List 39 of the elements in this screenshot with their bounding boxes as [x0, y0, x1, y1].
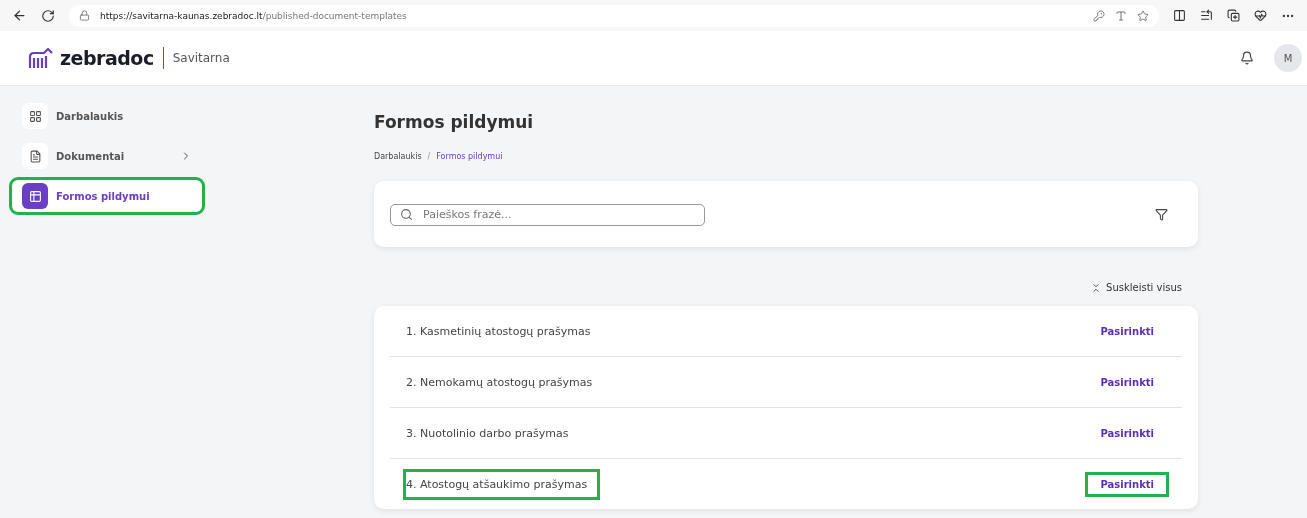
filter-icon[interactable] [1155, 207, 1168, 221]
address-bar[interactable]: https://savitarna-kaunas.zebradoc.lt/published-document-templates [69, 4, 1159, 27]
breadcrumb-link[interactable]: Darbalaukis [374, 152, 422, 161]
template-name: 4. Atostogų atšaukimo prašymas [406, 471, 598, 497]
health-icon[interactable] [1254, 9, 1267, 22]
select-link[interactable]: Pasirinkti [1088, 321, 1166, 341]
reload-icon[interactable] [41, 8, 55, 23]
select-link[interactable]: Pasirinkti [1088, 423, 1166, 443]
user-avatar[interactable]: M [1274, 44, 1302, 72]
select-link[interactable]: Pasirinkti [1088, 474, 1166, 494]
notification-icon[interactable] [1240, 51, 1254, 65]
search-field[interactable]: Paieškos frazė... [390, 203, 705, 226]
sidebar-item-icon [22, 183, 48, 209]
split-screen-icon[interactable] [1173, 9, 1186, 22]
collections-icon[interactable] [1227, 9, 1240, 22]
page-title: Formos pildymui [374, 112, 535, 132]
collapse-all-button[interactable]: Suskleisti visus [1085, 281, 1188, 294]
lock-icon [79, 10, 90, 21]
brand-name: zebradoc [60, 47, 154, 69]
select-link[interactable]: Pasirinkti [1088, 372, 1166, 392]
template-name: 1. Kasmetinių atostogų prašymas [406, 323, 592, 340]
sidebar-item[interactable]: Darbalaukis [12, 100, 202, 132]
key-icon[interactable] [1093, 9, 1105, 22]
back-icon[interactable] [12, 8, 27, 23]
template-name: 3. Nuotolinio darbo prašymas [406, 425, 570, 442]
favorites-icon[interactable] [1200, 9, 1213, 22]
breadcrumb-link[interactable]: Formos pildymui [436, 152, 503, 161]
product-name: Savitarna [172, 51, 230, 65]
breadcrumb-separator: / [427, 152, 431, 161]
favorite-icon[interactable] [1137, 9, 1149, 22]
sidebar-item-icon [22, 143, 48, 169]
url-text: https://savitarna-kaunas.zebradoc.lt/published-document-templates [100, 10, 407, 21]
search-icon [400, 208, 413, 221]
sidebar-item[interactable]: Dokumentai [12, 140, 202, 172]
template-name: 2. Nemokamų atostogų prašymas [406, 374, 594, 391]
sidebar-item[interactable]: Formos pildymui [12, 180, 202, 212]
collapse-icon [1091, 282, 1102, 293]
sidebar-item-icon [22, 103, 48, 129]
zebra-logo-icon [28, 48, 54, 68]
